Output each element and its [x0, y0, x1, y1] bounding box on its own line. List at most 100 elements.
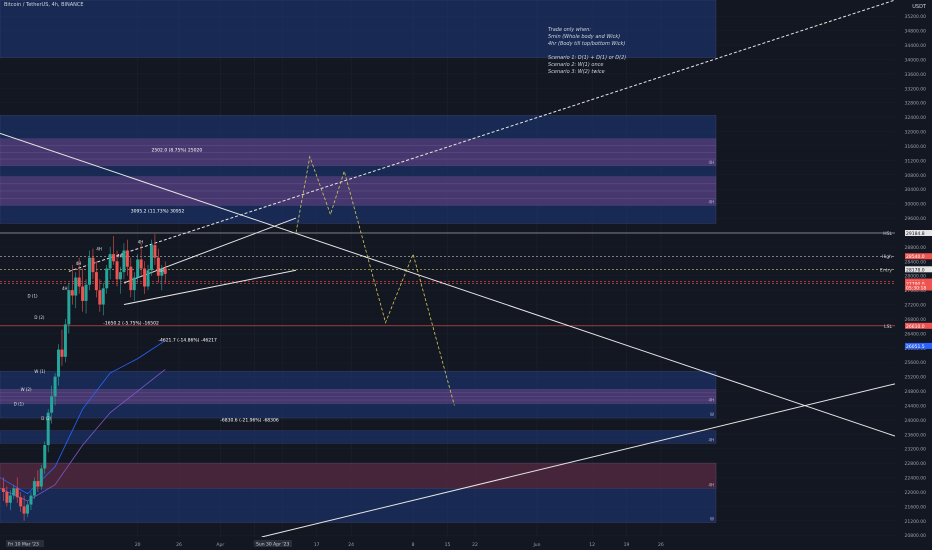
price-axis-tick: 26800.00: [905, 317, 927, 323]
candle-body: [129, 266, 133, 291]
zone-label: 4H: [708, 482, 714, 487]
price-axis-tick: 23200.00: [905, 447, 927, 453]
price-axis-tick: 26400.00: [905, 331, 927, 337]
pattern-label: 4H: [96, 246, 102, 251]
price-axis-tick: 34400.00: [905, 43, 927, 49]
candle-body: [1, 488, 5, 492]
price-axis-tick: 31200.00: [905, 158, 927, 164]
note-line: 5min (Whole body and Wick): [548, 34, 621, 40]
time-axis-tick: 12: [589, 542, 595, 548]
price-axis-currency: USDT: [912, 4, 927, 10]
pattern-label: W (2): [21, 387, 32, 392]
candle-body: [132, 277, 136, 291]
time-axis-tick: Jun: [532, 542, 540, 548]
pattern-label: 4H: [62, 286, 68, 291]
price-axis-tick: 30800.00: [905, 173, 927, 179]
pattern-label: 4H: [117, 254, 123, 259]
candle-body: [50, 396, 54, 413]
time-axis-tick: 22: [472, 542, 478, 548]
measurement-label: -4621.7 (-14.86%) -46217: [158, 338, 217, 344]
candle-body: [74, 277, 78, 296]
zone-box: [0, 462, 717, 489]
price-tag-label: 26051.5: [906, 344, 925, 350]
price-axis-tick: 32800.00: [905, 101, 927, 107]
candle-body: [15, 488, 19, 498]
pattern-label: D (1): [14, 401, 24, 406]
candle-body: [149, 245, 153, 271]
time-axis-tick: 26: [658, 542, 664, 548]
price-axis-tick: 28800.00: [905, 245, 927, 251]
price-axis-tick: 23600.00: [905, 432, 927, 438]
price-axis-tick: 27200.00: [905, 303, 927, 309]
candle-body: [67, 290, 71, 325]
price-axis-tick: 32000.00: [905, 130, 927, 136]
price-level-label: Entry: [880, 267, 892, 273]
pattern-label: D (2): [34, 315, 44, 320]
price-chart[interactable]: 4H 4H W 4H 4H W 4H HSL High Entry LSL D (1) D (2) W (…: [0, 0, 932, 550]
candle-body: [22, 506, 26, 514]
price-axis-tick: 24000.00: [905, 418, 927, 424]
note-line: Scenario 3: W(2) twice: [548, 69, 605, 75]
zone-label: 4H: [708, 199, 714, 204]
price-axis-tick: 29600.00: [905, 216, 927, 222]
price-tag-label: 26610.0: [906, 324, 925, 330]
candle-body: [153, 245, 157, 258]
candle-body: [143, 268, 147, 287]
zone-box: [0, 430, 717, 444]
candle-body: [122, 250, 126, 273]
candle-body: [8, 495, 12, 503]
candle-body: [53, 376, 57, 397]
candle-body: [39, 468, 43, 487]
candle-body: [139, 259, 143, 269]
price-axis-tick: 21600.00: [905, 504, 927, 510]
price-axis-tick: 25200.00: [905, 375, 927, 381]
candle-body: [125, 250, 129, 267]
price-axis-tick: 22000.00: [905, 490, 927, 496]
candle-body: [115, 261, 119, 280]
candle-body: [36, 481, 40, 487]
candle-body: [146, 270, 150, 287]
price-axis-tick: 33600.00: [905, 72, 927, 78]
symbol-title: Bitcoin / TetherUS, 4h, BINANCE: [4, 2, 84, 8]
candle-body: [112, 254, 116, 262]
candle-body: [19, 497, 23, 507]
zone-label: 4H: [708, 160, 714, 165]
measurement-label: 2502.0 (8.75%) 25020: [151, 147, 202, 153]
note-line: Trade only when:: [548, 27, 591, 33]
zone-label: W: [710, 412, 714, 417]
range-badge-label: Sun 30 Apr '23: [256, 542, 289, 548]
candle-body: [105, 268, 109, 289]
price-level-label: High: [882, 254, 892, 260]
candle-body: [101, 288, 105, 305]
candle-body: [26, 504, 30, 514]
price-axis-tick: 31600.00: [905, 144, 927, 150]
pattern-label: 4H: [76, 261, 82, 266]
measurement-label: 3095.2 (11.73%) 30952: [131, 209, 185, 215]
pattern-label: 4H: [158, 268, 164, 273]
zone-label: W: [710, 517, 714, 522]
candle-body: [84, 284, 88, 301]
candle-body: [81, 286, 85, 301]
candle-body: [70, 290, 74, 296]
candle-body: [57, 349, 61, 377]
price-axis-tick: 34800.00: [905, 29, 927, 35]
time-axis-tick: 24: [348, 542, 354, 548]
measurement-label: -1650.2 (-5.75%) -16502: [103, 320, 159, 326]
pattern-label: W (1): [34, 369, 45, 374]
candle-body: [29, 495, 33, 505]
trade-plan-note: Trade only when: 5min (Whole body and Wi…: [548, 27, 626, 76]
candle-body: [60, 349, 64, 357]
time-axis-tick: 17: [314, 542, 320, 548]
candle-body: [136, 259, 140, 278]
candle-body: [5, 491, 9, 503]
price-axis-tick: 25600.00: [905, 360, 927, 366]
price-axis-tick: 32400.00: [905, 115, 927, 121]
candle-body: [163, 268, 167, 274]
candle-body: [88, 257, 91, 285]
price-axis-tick: 21200.00: [905, 519, 927, 525]
pattern-label: 4H: [138, 239, 144, 244]
price-level-label: LSL: [884, 324, 892, 330]
note-line: 4hr (Body till top/bottom Wick): [548, 41, 626, 47]
price-tag-label: 28540.0: [906, 254, 925, 260]
note-line: Scenario 2: W(1) once: [548, 62, 604, 68]
